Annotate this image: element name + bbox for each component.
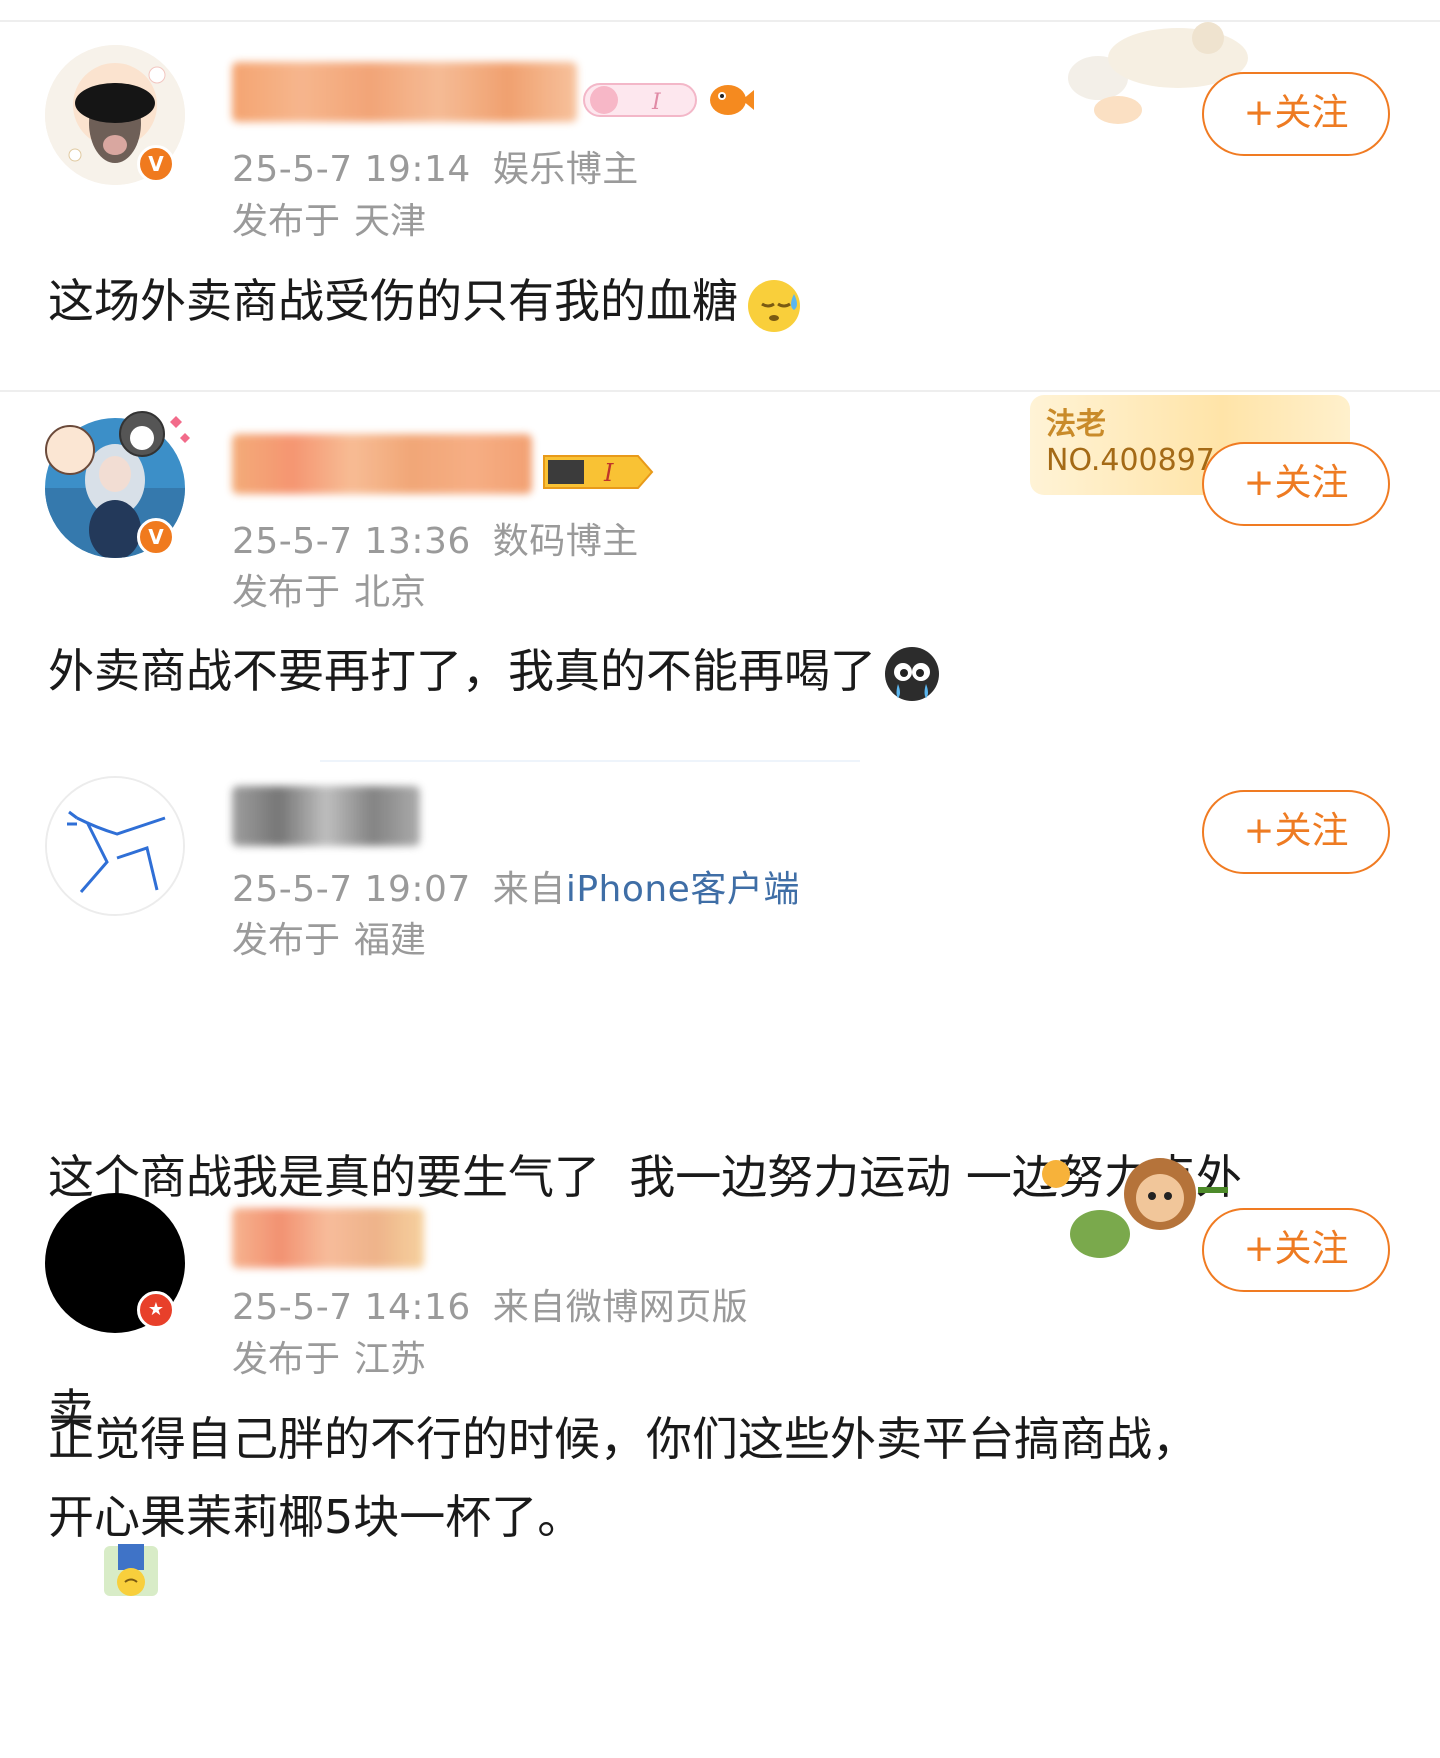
follow-button[interactable]: +关注 bbox=[1202, 790, 1390, 874]
post-text-line-2: 开心果茉莉椰5块一杯了。 bbox=[48, 1490, 584, 1544]
username-blurred[interactable] bbox=[232, 1208, 424, 1268]
post-meta: 25-5-7 19:07 来自iPhone客户端 bbox=[232, 860, 800, 912]
post-content: 这场外卖商战受伤的只有我的血糖 bbox=[48, 262, 1388, 340]
username-blurred[interactable] bbox=[232, 62, 577, 122]
location-prefix: 发布于 bbox=[232, 201, 341, 242]
post-divider bbox=[320, 760, 860, 762]
source-prefix: 来自 bbox=[492, 869, 566, 910]
author-tag: 数码博主 bbox=[492, 521, 639, 562]
post-meta: 25-5-7 13:36 数码博主 bbox=[232, 512, 639, 564]
sweat-face-emoji-icon bbox=[744, 274, 806, 336]
fish-icon bbox=[710, 85, 754, 115]
avatar[interactable]: V bbox=[45, 45, 185, 185]
post-meta: 25-5-7 14:16 来自微博网页版 bbox=[232, 1278, 748, 1330]
card-number: NO.400897 bbox=[1046, 443, 1215, 478]
username-blurred[interactable] bbox=[232, 786, 420, 846]
svg-text:I: I bbox=[603, 459, 614, 487]
post-content: 外卖商战不要再打了，我真的不能再喝了 bbox=[48, 632, 1388, 710]
source-tag: 来自微博网页版 bbox=[492, 1287, 749, 1328]
post-text: 这场外卖商战受伤的只有我的血糖 bbox=[48, 274, 738, 328]
post-time: 25-5-7 19:07 bbox=[232, 869, 471, 910]
post-text-line-1: 正觉得自己胖的不行的时候，你们这些外卖平台搞商战， bbox=[48, 1412, 1198, 1466]
location-prefix: 发布于 bbox=[232, 572, 341, 613]
location-name: 北京 bbox=[354, 572, 427, 613]
author-tag: 娱乐博主 bbox=[492, 149, 639, 190]
svg-text:I: I bbox=[651, 90, 662, 115]
post-content: 正觉得自己胖的不行的时候，你们这些外卖平台搞商战， 开心果茉莉椰5块一杯了。 bbox=[48, 1400, 1388, 1556]
avatar-image bbox=[47, 778, 183, 914]
level-badge-icon: I bbox=[543, 455, 654, 489]
verified-icon: V bbox=[137, 518, 175, 556]
verified-star-icon: ★ bbox=[137, 1291, 175, 1329]
follow-button[interactable]: +关注 bbox=[1202, 72, 1390, 156]
post-time: 25-5-7 19:14 bbox=[232, 149, 471, 190]
username-blurred[interactable] bbox=[232, 434, 532, 494]
post-location: 发布于 北京 bbox=[232, 563, 426, 615]
pet-sticker-icon bbox=[45, 411, 190, 475]
source-link[interactable]: iPhone客户端 bbox=[566, 869, 800, 910]
follow-button[interactable]: +关注 bbox=[1202, 1208, 1390, 1292]
post-meta: 25-5-7 19:14 娱乐博主 bbox=[232, 140, 639, 192]
post-text: 外卖商战不要再打了，我真的不能再喝了 bbox=[48, 644, 876, 698]
location-prefix: 发布于 bbox=[232, 920, 341, 961]
avatar[interactable] bbox=[45, 776, 185, 916]
post-time: 25-5-7 14:16 bbox=[232, 1287, 471, 1328]
verified-icon: V bbox=[137, 145, 175, 183]
post-location: 发布于 江苏 bbox=[232, 1330, 426, 1382]
post-location: 发布于 天津 bbox=[232, 192, 426, 244]
location-prefix: 发布于 bbox=[232, 1339, 341, 1380]
avatar[interactable]: ★ bbox=[45, 1193, 185, 1333]
location-name: 天津 bbox=[354, 201, 427, 242]
post-divider bbox=[0, 390, 1440, 392]
crying-face-emoji-icon bbox=[882, 644, 944, 706]
post-time: 25-5-7 13:36 bbox=[232, 521, 471, 562]
card-label: 法老 bbox=[1046, 407, 1106, 442]
location-name: 福建 bbox=[354, 920, 427, 961]
level-badge-icon: I bbox=[583, 83, 697, 117]
follow-button[interactable]: +关注 bbox=[1202, 442, 1390, 526]
location-name: 江苏 bbox=[354, 1339, 427, 1380]
post-location: 发布于 福建 bbox=[232, 911, 426, 963]
